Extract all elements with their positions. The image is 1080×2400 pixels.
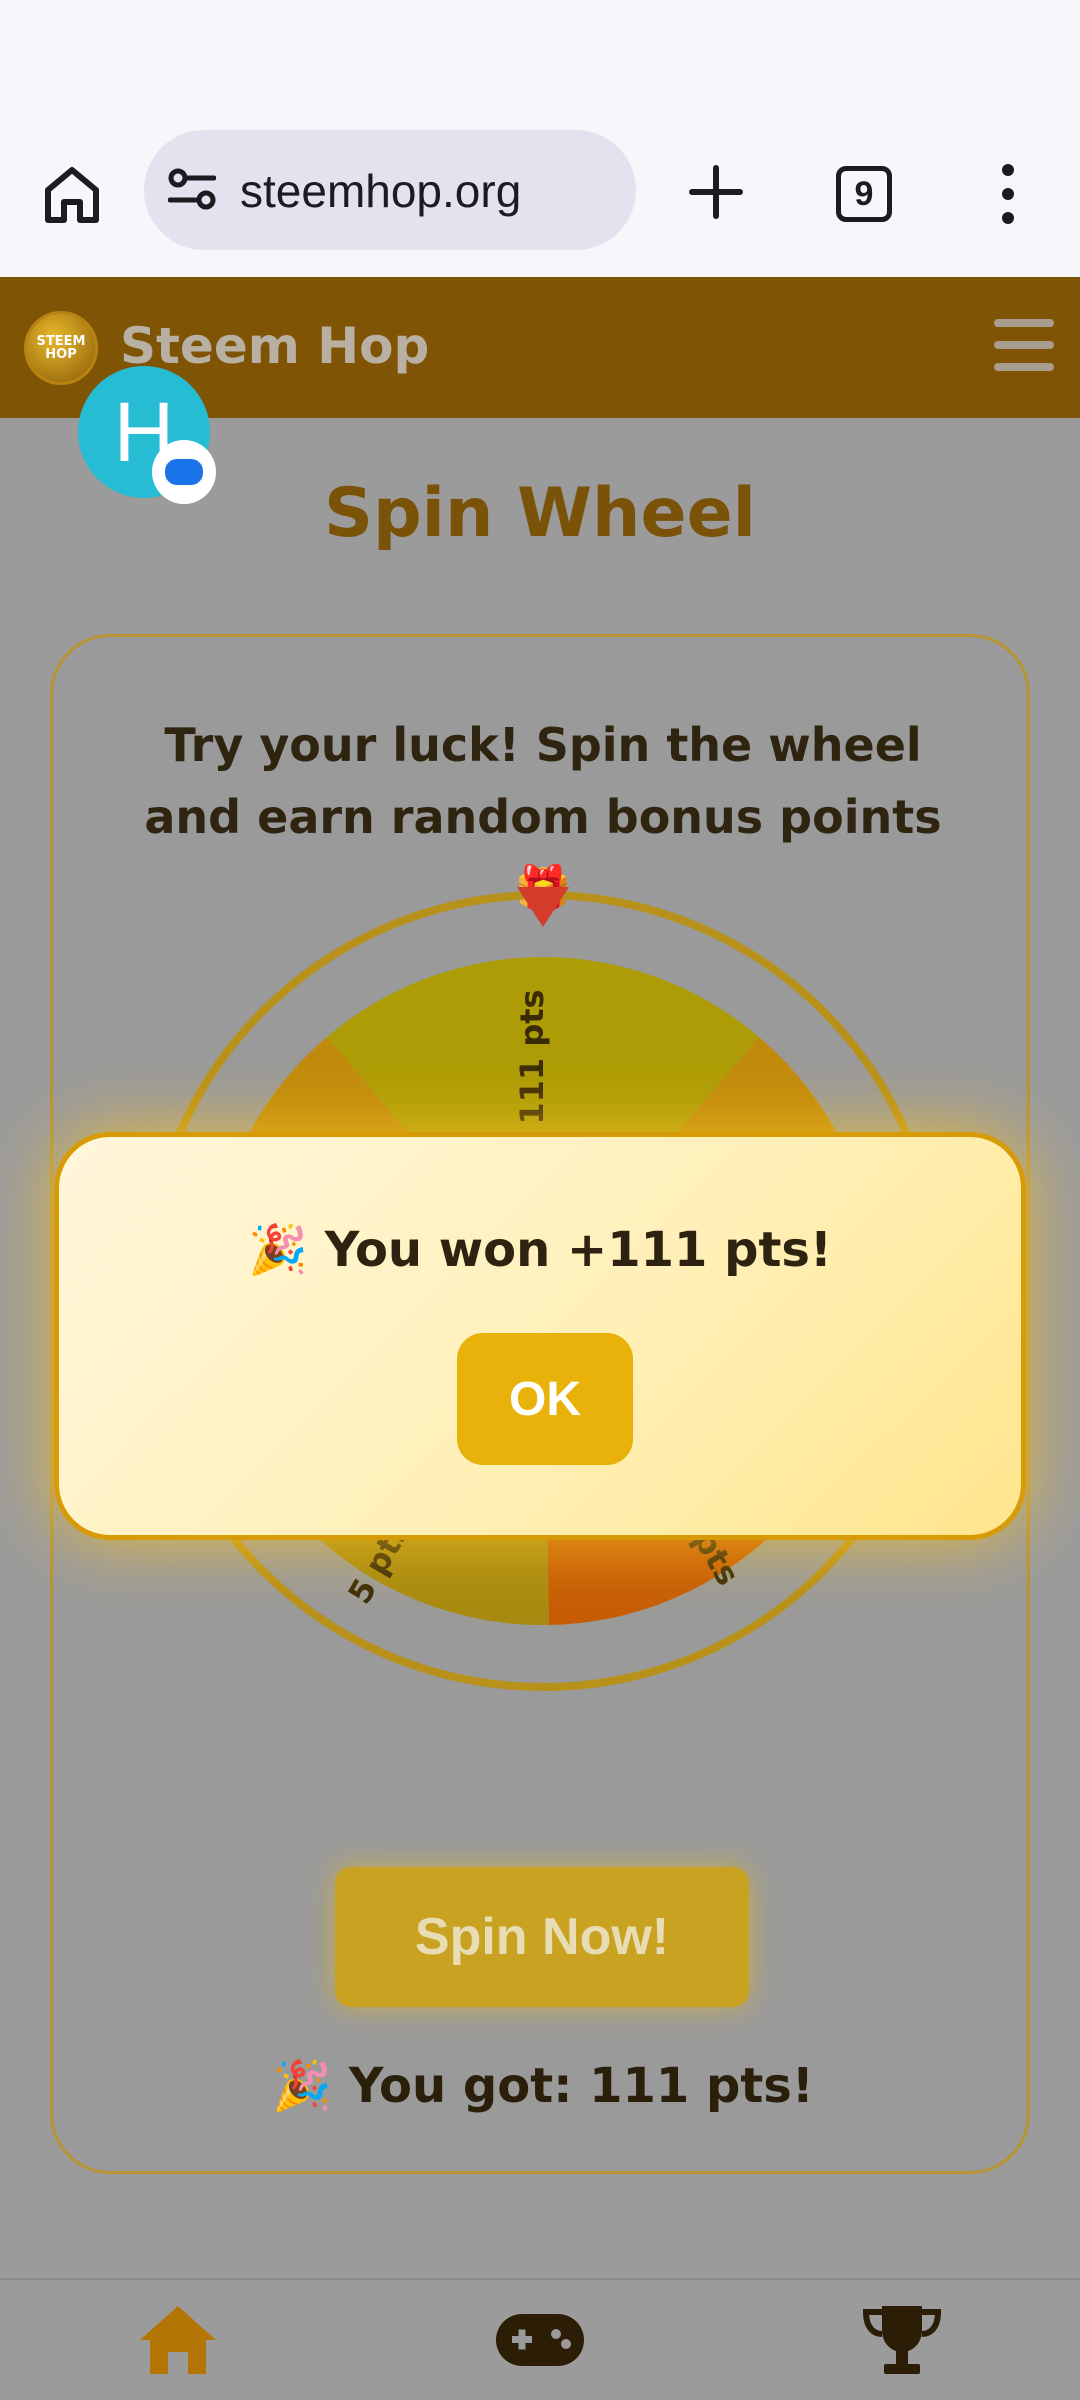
hamburger-menu-icon[interactable]	[994, 319, 1054, 371]
site-name[interactable]: Steem Hop	[120, 317, 429, 375]
gamepad-icon	[496, 2314, 584, 2366]
win-popup-dialog: 🎉 You won +111 pts! OK	[54, 1132, 1026, 1540]
status-bar	[0, 0, 1080, 110]
site-settings-icon[interactable]	[167, 168, 217, 212]
bottom-navigation	[0, 2278, 1080, 2400]
ok-button[interactable]: OK	[457, 1333, 633, 1465]
popup-message: 🎉 You won +111 pts!	[248, 1222, 832, 1278]
trophy-icon	[862, 2306, 942, 2374]
tab-count: 9	[854, 174, 874, 213]
new-tab-icon[interactable]	[686, 162, 746, 222]
home-icon	[140, 2306, 216, 2374]
wheel-pointer	[517, 887, 569, 927]
wheel-label-top: 111 pts	[513, 989, 551, 1124]
browser-toolbar: steemhop.org 9	[0, 110, 1080, 277]
message-badge-icon	[152, 440, 216, 504]
address-bar[interactable]: steemhop.org	[144, 130, 636, 250]
nav-home[interactable]	[130, 2300, 226, 2380]
site-logo[interactable]: STEEM HOP	[24, 311, 98, 385]
nav-leaderboard[interactable]	[854, 2300, 950, 2380]
nav-games[interactable]	[492, 2300, 588, 2380]
more-menu-icon[interactable]	[990, 162, 1026, 226]
url-text[interactable]: steemhop.org	[240, 164, 521, 218]
logo-text: STEEM HOP	[36, 334, 86, 362]
home-icon[interactable]	[40, 162, 104, 226]
spin-result-text: 🎉 You got: 111 pts!	[272, 2058, 814, 2114]
spin-now-button[interactable]: Spin Now!	[335, 1867, 749, 2007]
tab-switcher-button[interactable]: 9	[836, 166, 892, 222]
